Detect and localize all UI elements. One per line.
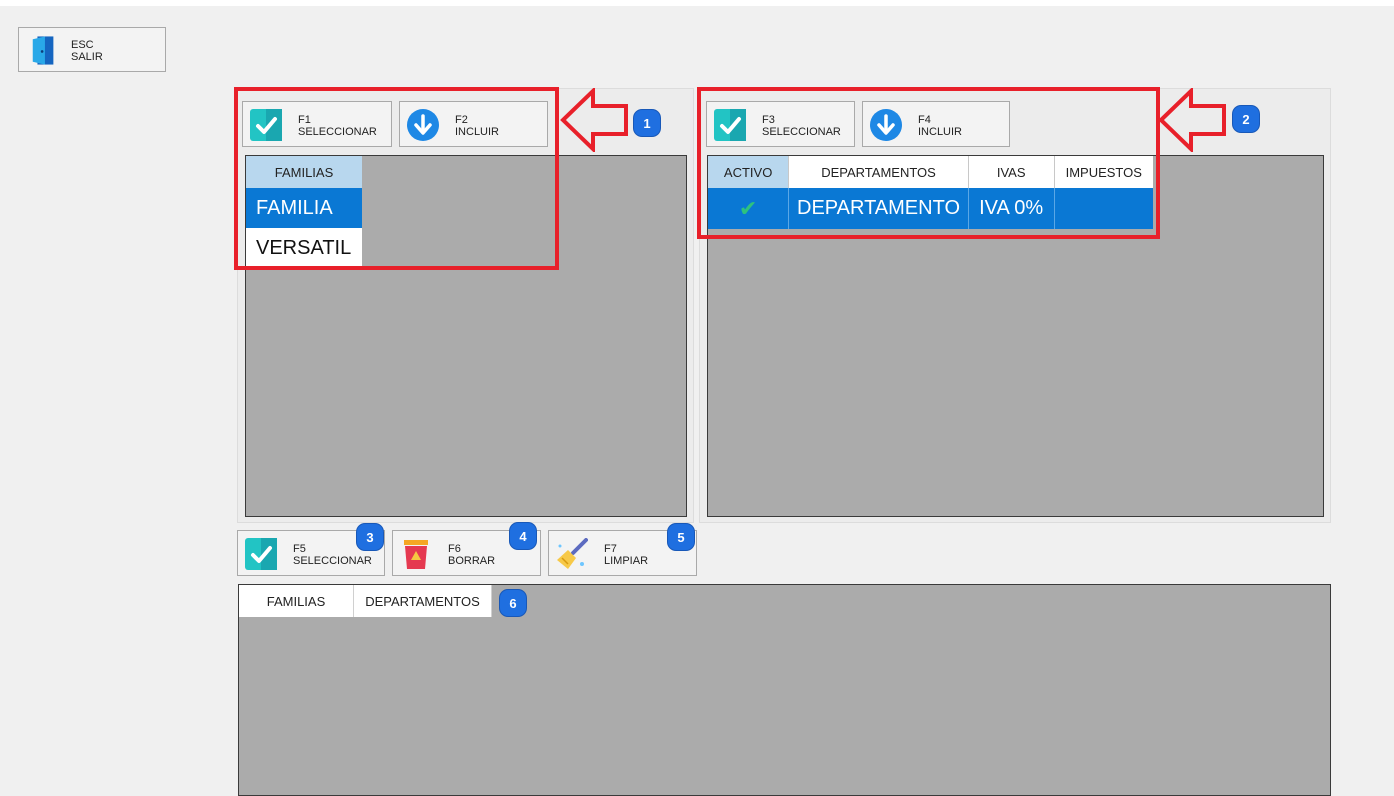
door-exit-icon <box>32 36 54 65</box>
annotation-badge-1: 1 <box>634 110 660 136</box>
result-column-familias[interactable]: FAMILIAS <box>239 585 354 617</box>
delete-label: BORRAR <box>448 555 496 567</box>
exit-label: SALIR <box>71 51 103 63</box>
result-column-departamentos[interactable]: DEPARTAMENTOS <box>354 585 492 617</box>
broom-icon <box>557 538 588 569</box>
callout-arrow-2 <box>1158 88 1226 152</box>
exit-key: ESC <box>71 39 94 51</box>
result-select-label: SELECCIONAR <box>293 555 372 567</box>
annotation-badge-2: 2 <box>1233 106 1259 132</box>
result-grid-header: FAMILIAS DEPARTAMENTOS <box>239 585 492 617</box>
clear-label: LIMPIAR <box>604 555 649 567</box>
callout-box-1 <box>234 87 559 270</box>
annotation-badge-4: 4 <box>510 523 536 549</box>
check-icon <box>245 538 277 570</box>
trash-bin-icon <box>404 540 428 569</box>
window-top-edge <box>0 0 1394 6</box>
callout-arrow-1 <box>560 88 628 152</box>
annotation-badge-3: 3 <box>357 524 383 550</box>
delete-key: F6 <box>448 543 461 555</box>
clear-key: F7 <box>604 543 617 555</box>
callout-box-2 <box>697 87 1160 239</box>
result-grid[interactable]: FAMILIAS DEPARTAMENTOS <box>238 584 1331 796</box>
annotation-badge-5: 5 <box>668 524 694 550</box>
exit-button[interactable]: ESC SALIR <box>18 27 166 72</box>
annotation-badge-6: 6 <box>500 590 526 616</box>
